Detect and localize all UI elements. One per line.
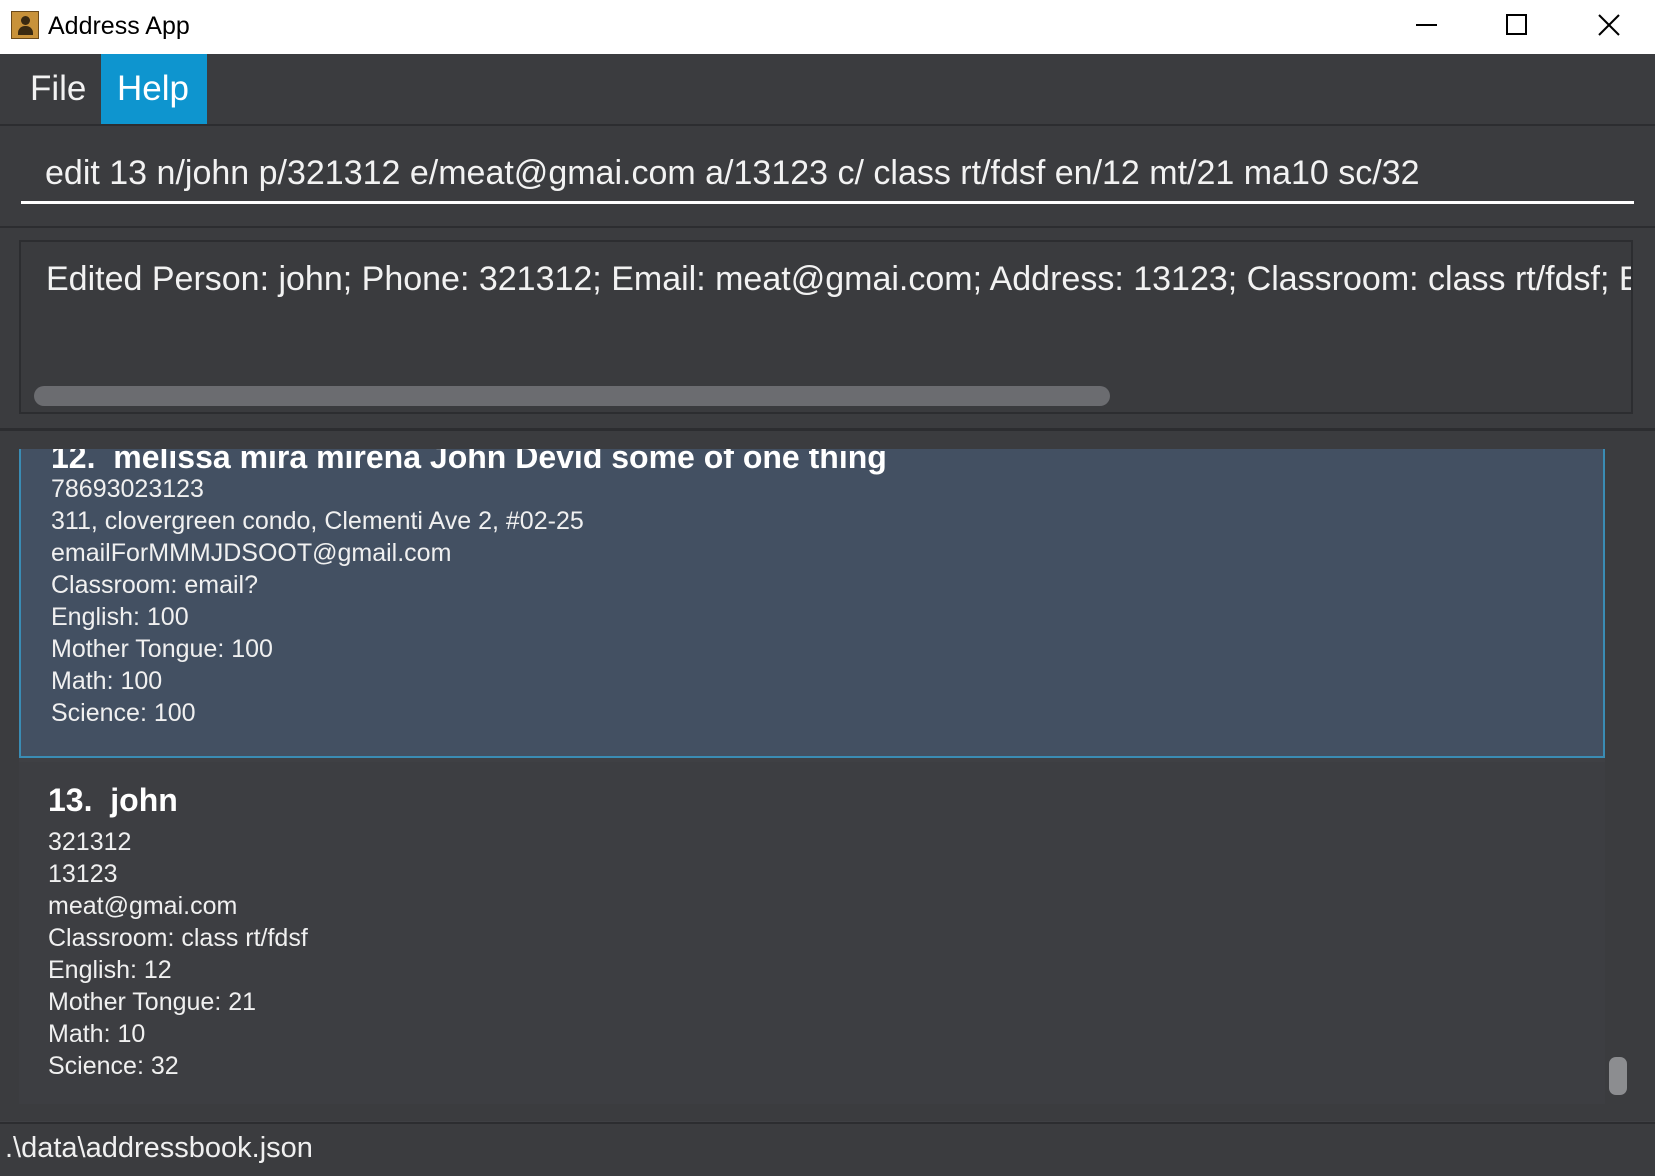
window-title: Address App bbox=[48, 12, 190, 40]
command-input[interactable] bbox=[21, 146, 1634, 204]
minimize-icon bbox=[1416, 24, 1437, 26]
menu-help[interactable]: Help bbox=[101, 54, 207, 124]
person-card[interactable]: 13. john 321312 13123 meat@gmai.com Clas… bbox=[19, 762, 1605, 1104]
menu-file[interactable]: File bbox=[14, 54, 102, 124]
status-bar: .\data\addressbook.json bbox=[0, 1122, 1655, 1176]
person-mother-tongue: Mother Tongue: 21 bbox=[48, 988, 257, 1016]
person-science: Science: 100 bbox=[51, 699, 196, 727]
person-address: 311, clovergreen condo, Clementi Ave 2, … bbox=[51, 507, 584, 535]
person-name: melissa mira mirena John Devid some of o… bbox=[113, 449, 887, 475]
address-book-icon bbox=[11, 11, 39, 39]
maximize-button[interactable] bbox=[1471, 0, 1563, 54]
result-display[interactable]: Edited Person: john; Phone: 321312; Emai… bbox=[19, 240, 1633, 414]
person-list-panel: 12. melissa mira mirena John Devid some … bbox=[0, 431, 1655, 1121]
close-icon bbox=[1598, 14, 1620, 36]
menu-bar: File Help bbox=[0, 54, 1655, 126]
person-math: Math: 100 bbox=[51, 667, 163, 695]
save-location: .\data\addressbook.json bbox=[5, 1132, 313, 1164]
title-bar: Address App bbox=[0, 0, 1655, 54]
person-english: English: 100 bbox=[51, 603, 189, 631]
command-box-panel bbox=[0, 126, 1655, 228]
person-math: Math: 10 bbox=[48, 1020, 146, 1048]
result-message: Edited Person: john; Phone: 321312; Emai… bbox=[46, 260, 1633, 298]
maximize-icon bbox=[1506, 14, 1527, 35]
person-email: emailForMMMJDSOOT@gmail.com bbox=[51, 539, 452, 567]
person-name: john bbox=[110, 782, 178, 818]
person-phone: 321312 bbox=[48, 828, 132, 856]
person-science: Science: 32 bbox=[48, 1052, 179, 1080]
person-list[interactable]: 12. melissa mira mirena John Devid some … bbox=[19, 449, 1605, 1104]
person-address: 13123 bbox=[48, 860, 118, 888]
person-card[interactable]: 12. melissa mira mirena John Devid some … bbox=[19, 449, 1605, 758]
person-classroom: Classroom: class rt/fdsf bbox=[48, 924, 308, 952]
person-mother-tongue: Mother Tongue: 100 bbox=[51, 635, 273, 663]
person-index: 12. bbox=[51, 449, 96, 475]
minimize-button[interactable] bbox=[1380, 0, 1472, 54]
close-button[interactable] bbox=[1563, 0, 1655, 54]
horizontal-scrollbar[interactable] bbox=[34, 386, 1110, 406]
person-english: English: 12 bbox=[48, 956, 172, 984]
vertical-scrollbar[interactable] bbox=[1609, 1057, 1627, 1095]
person-name-line: 12. melissa mira mirena John Devid some … bbox=[51, 449, 887, 476]
person-phone: 78693023123 bbox=[51, 475, 204, 503]
person-email: meat@gmai.com bbox=[48, 892, 238, 920]
person-classroom: Classroom: email? bbox=[51, 571, 259, 599]
result-display-panel: Edited Person: john; Phone: 321312; Emai… bbox=[0, 228, 1655, 431]
person-index: 13. bbox=[48, 782, 93, 818]
person-name-line: 13. john bbox=[48, 782, 178, 819]
